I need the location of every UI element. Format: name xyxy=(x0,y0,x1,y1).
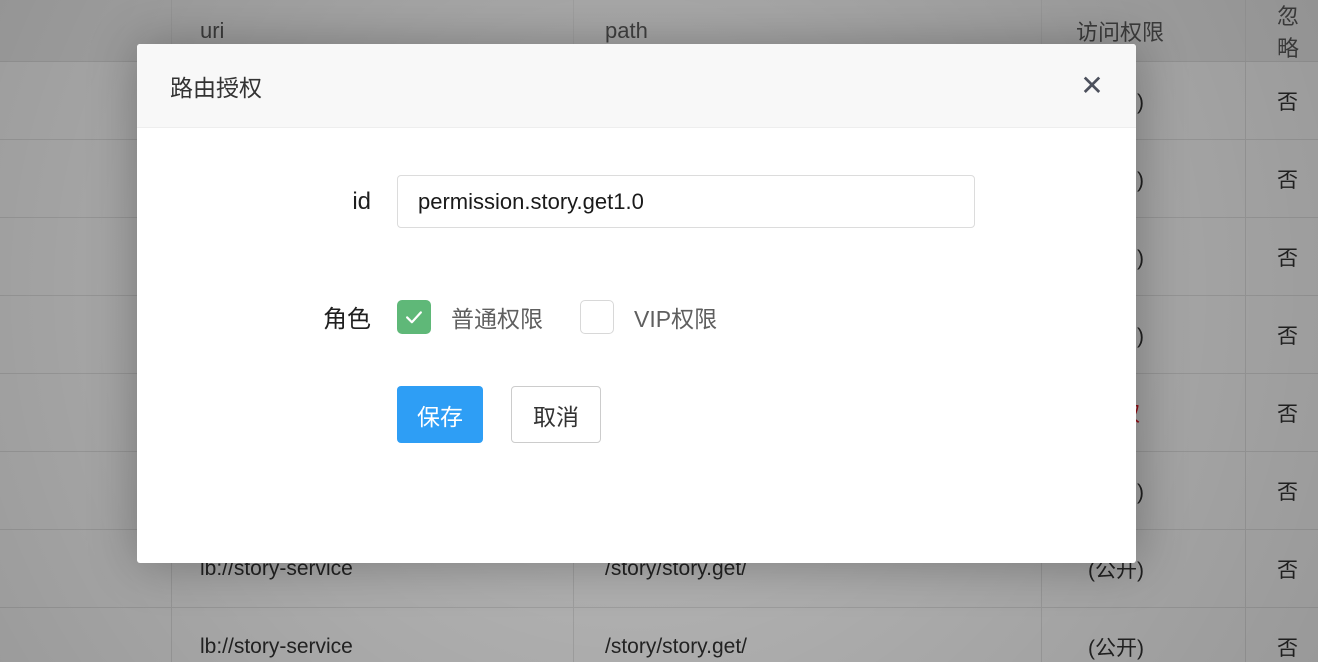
route-auth-modal: 路由授权 ✕ id 角色 普通权限 VIP权限 保存 xyxy=(137,44,1136,563)
modal-header: 路由授权 ✕ xyxy=(137,44,1136,128)
check-icon xyxy=(403,306,425,328)
modal-title: 路由授权 xyxy=(170,69,262,103)
role-form-row: 角色 普通权限 VIP权限 xyxy=(137,299,1136,334)
id-form-row: id xyxy=(137,175,1136,228)
modal-body: id 角色 普通权限 VIP权限 保存 取消 xyxy=(137,128,1136,443)
save-button[interactable]: 保存 xyxy=(397,386,483,443)
id-input[interactable] xyxy=(397,175,975,228)
checkbox-normal-permission-label[interactable]: 普通权限 xyxy=(451,300,543,334)
checkbox-normal-permission[interactable] xyxy=(397,300,431,334)
close-icon[interactable]: ✕ xyxy=(1070,64,1114,108)
checkbox-vip-permission-label[interactable]: VIP权限 xyxy=(634,300,717,334)
role-label: 角色 xyxy=(137,299,397,334)
checkbox-vip-permission[interactable] xyxy=(580,300,614,334)
button-row: 保存 取消 xyxy=(137,386,1136,443)
cancel-button[interactable]: 取消 xyxy=(511,386,601,443)
id-label: id xyxy=(137,188,397,216)
